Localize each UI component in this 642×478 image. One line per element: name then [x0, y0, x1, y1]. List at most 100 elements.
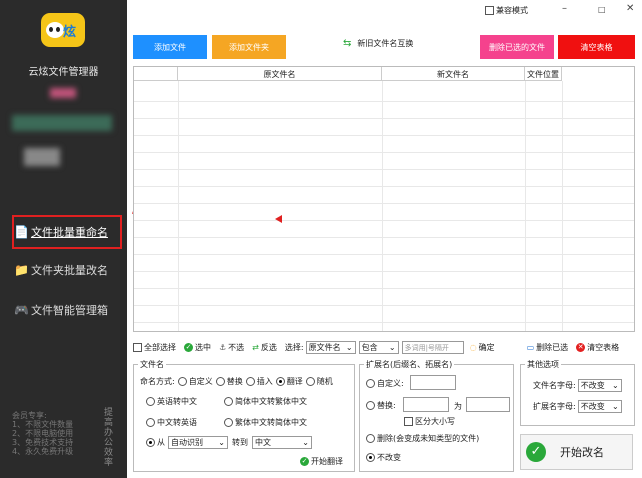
- blurred-avatar: [50, 88, 76, 98]
- filename-case-select[interactable]: 不改变 ⌄: [577, 379, 622, 392]
- maximize-button[interactable]: □: [598, 5, 606, 14]
- start-translate-button[interactable]: ✓ 开始翻译: [300, 456, 343, 467]
- from-language-select[interactable]: 自动识别 ⌄: [168, 436, 228, 449]
- from-language-value: 自动识别: [171, 438, 203, 447]
- clear-table-button[interactable]: 清空表格: [558, 35, 635, 59]
- promo-line: 2、不限电脑使用: [12, 429, 74, 438]
- add-file-button[interactable]: 添加文件: [133, 35, 207, 59]
- promo-text: 会员专享: 1、不限文件数量 2、不限电脑使用 3、免费技术支持 4、永久免费升…: [12, 411, 73, 456]
- minimize-button[interactable]: –: [562, 3, 567, 14]
- clear-table-label: 清空表格: [587, 342, 620, 352]
- sidebar-item-batch-rename[interactable]: 📄 文件批量重命名: [12, 215, 122, 249]
- sidebar: 炫 云炫文件管理器 📄 文件批量重命名 📁 文件夹批量改名 🎮 文件智能管理箱 …: [0, 0, 127, 478]
- ext-delete-label: 删除(会变成未知类型的文件): [377, 434, 480, 443]
- checkbox-box[interactable]: [485, 6, 494, 15]
- chevron-down-icon: ⌄: [345, 342, 353, 352]
- method-label: 命名方式:: [140, 377, 175, 386]
- swap-names-button[interactable]: ⇆ 新旧文件名互换: [343, 38, 413, 49]
- close-button[interactable]: ✕: [626, 3, 634, 14]
- zh-to-en-radio[interactable]: [146, 418, 155, 427]
- filter-input[interactable]: 多词用|号隔开: [401, 340, 464, 354]
- simp-to-trad-radio[interactable]: [224, 397, 233, 406]
- method-custom-radio[interactable]: [177, 377, 187, 386]
- add-folder-button[interactable]: 添加文件夹: [212, 35, 286, 59]
- method-label-translate: 翻译: [286, 377, 303, 386]
- ext-custom-label: 自定义:: [377, 379, 404, 388]
- ext-replace-to-input[interactable]: [466, 397, 510, 412]
- simp-to-trad-label: 简体中文转繁体中文: [235, 397, 307, 406]
- app-name: 云炫文件管理器: [28, 67, 99, 78]
- compat-mode-checkbox[interactable]: 兼容模式: [485, 5, 528, 16]
- ext-unchanged-radio[interactable]: [366, 453, 375, 462]
- x-circle-icon: ✕: [576, 342, 586, 352]
- to-language-select[interactable]: 中文 ⌄: [252, 436, 312, 449]
- compat-label: 兼容模式: [496, 6, 528, 15]
- ext-delete-radio[interactable]: [366, 434, 375, 443]
- ext-replace-label: 替换:: [377, 401, 396, 410]
- chevron-down-icon: ⌄: [388, 342, 396, 352]
- trad-to-simp-radio[interactable]: [224, 418, 233, 427]
- header-original-name[interactable]: 原文件名: [178, 67, 382, 81]
- deselect-button[interactable]: ⚓ 不选: [219, 342, 244, 353]
- ext-case-select[interactable]: 不改变 ⌄: [577, 400, 622, 413]
- from-radio[interactable]: [146, 438, 155, 447]
- ext-custom-radio[interactable]: [366, 379, 375, 388]
- en-to-zh-label: 英语转中文: [157, 397, 197, 406]
- sort-marker-icon: [275, 215, 282, 223]
- confirm-button[interactable]: ◌ 确定: [470, 342, 495, 353]
- blurred-badge: [24, 148, 60, 166]
- filter-field-select[interactable]: 原文件名 ⌄: [305, 340, 356, 354]
- method-label-replace: 替换: [226, 377, 243, 386]
- app-logo: 炫: [41, 13, 85, 47]
- header-location[interactable]: 文件位置: [525, 67, 562, 81]
- ext-as-label: 为: [454, 402, 462, 411]
- select-all-label: 全部选择: [144, 342, 176, 352]
- clear-table-small-button[interactable]: ✕ 清空表格: [576, 342, 619, 353]
- delete-selected-button[interactable]: ▭ 删除已选: [527, 342, 569, 353]
- method-label-insert: 插入: [256, 377, 273, 386]
- select-all-checkbox[interactable]: 全部选择: [133, 342, 176, 353]
- ext-case-value: 不改变: [580, 402, 605, 411]
- promo-slogan: 提高办公效率: [104, 408, 114, 468]
- promo-line: 4、永久免费升级: [12, 447, 74, 456]
- case-sensitive-label: 区分大小写: [415, 417, 455, 426]
- anchor-icon: ⚓: [219, 342, 227, 352]
- trad-to-simp-label: 繁体中文转简体中文: [235, 418, 307, 427]
- other-options-panel: 其他选项 文件名字母: 不改变 ⌄ 扩展名字母: 不改变 ⌄: [520, 359, 635, 426]
- invert-icon: ⇄: [252, 342, 259, 352]
- case-sensitive-checkbox[interactable]: [404, 417, 413, 426]
- logo-text: 炫: [63, 25, 77, 40]
- to-language-value: 中文: [255, 438, 271, 447]
- method-replace-radio[interactable]: [215, 377, 225, 386]
- start-rename-label: 开始改名: [560, 446, 604, 459]
- extension-panel-title: 扩展名(后缀名、拓展名): [364, 359, 455, 370]
- method-translate-radio[interactable]: [275, 377, 285, 386]
- ext-unchanged-label: 不改变: [377, 453, 401, 462]
- delete-selected-files-button[interactable]: 删除已选的文件: [480, 35, 554, 59]
- promo-line: 1、不限文件数量: [12, 420, 74, 429]
- sidebar-item-folder-rename[interactable]: 📁 文件夹批量改名: [14, 253, 124, 287]
- filter-op-select[interactable]: 包含 ⌄: [358, 340, 399, 354]
- file-table[interactable]: 原文件名 新文件名 文件位置: [133, 66, 635, 332]
- select-button[interactable]: ✓ 选中: [184, 342, 211, 353]
- gamepad-icon: 🎮: [14, 303, 29, 317]
- ext-custom-input[interactable]: [410, 375, 456, 390]
- start-rename-button[interactable]: ✓ 开始改名: [520, 434, 633, 470]
- sidebar-item-label: 文件智能管理箱: [30, 304, 108, 317]
- chevron-down-icon: ⌄: [612, 381, 619, 390]
- en-to-zh-radio[interactable]: [146, 397, 155, 406]
- ext-replace-from-input[interactable]: [403, 397, 449, 412]
- ext-replace-radio[interactable]: [366, 401, 375, 410]
- ext-case-label: 扩展名字母:: [533, 402, 576, 411]
- method-insert-radio[interactable]: [245, 377, 255, 386]
- header-new-name[interactable]: 新文件名: [382, 67, 525, 81]
- filename-panel: 文件名 命名方式: 自定义 替换 插入 翻译 随机 英语转中文 简体中文转繁体中…: [133, 359, 355, 472]
- check-icon: ✓: [300, 457, 309, 466]
- zh-to-en-label: 中文转英语: [157, 418, 197, 427]
- extension-panel: 扩展名(后缀名、拓展名) 自定义: 替换: 为 区分大小写 删除(会变成未知类型…: [359, 359, 514, 472]
- method-random-radio[interactable]: [305, 377, 315, 386]
- promo-line: 3、免费技术支持: [12, 438, 74, 447]
- document-icon: 📄: [14, 225, 29, 239]
- sidebar-item-smart-manager[interactable]: 🎮 文件智能管理箱: [14, 293, 124, 327]
- invert-button[interactable]: ⇄ 反选: [252, 342, 277, 353]
